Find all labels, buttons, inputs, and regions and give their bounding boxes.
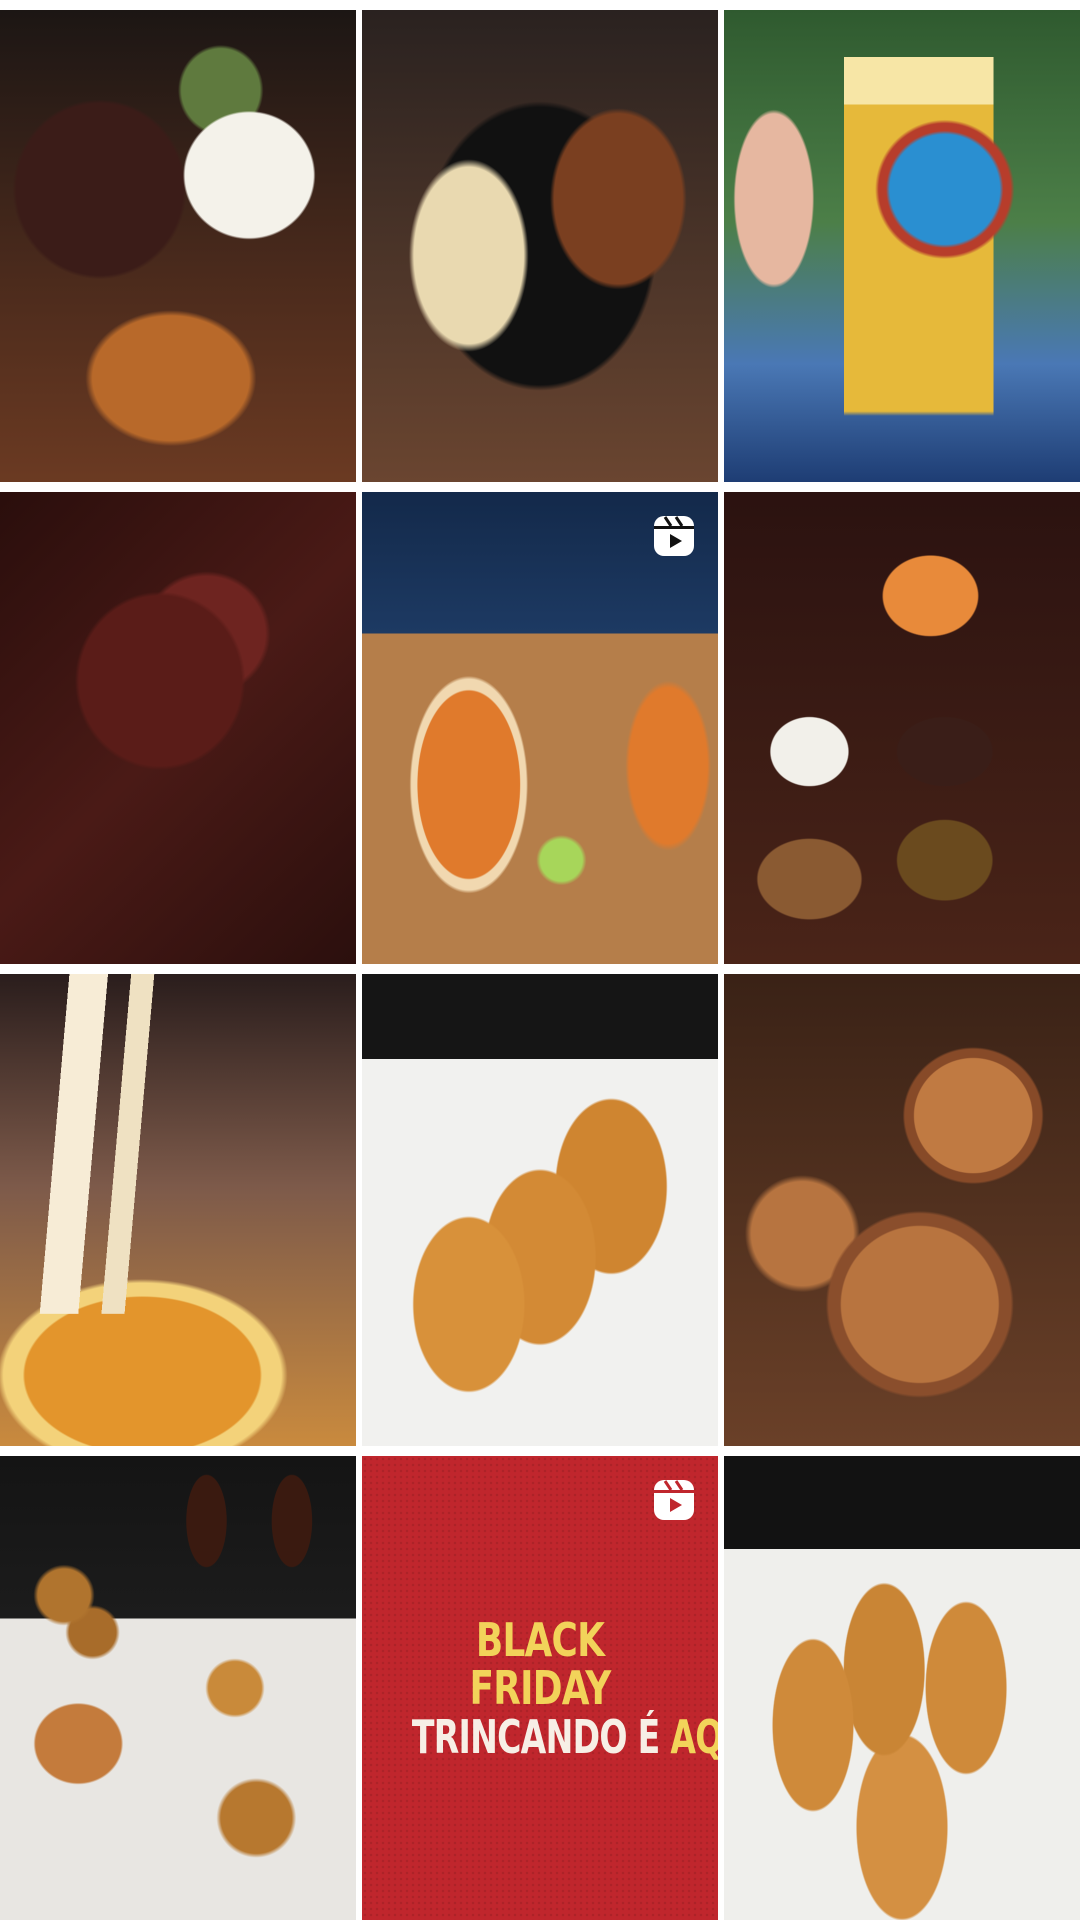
post-image (362, 10, 718, 482)
post-thumbnail-11[interactable]: BLACK FRIDAY TRINCANDO É AQUI! (362, 1456, 718, 1920)
post-image (0, 1456, 356, 1920)
post-thumbnail-6[interactable] (724, 492, 1080, 964)
post-thumbnail-5[interactable] (362, 492, 718, 964)
post-thumbnail-1[interactable] (0, 10, 356, 482)
post-image (362, 974, 718, 1446)
reels-icon (654, 516, 694, 556)
post-thumbnail-8[interactable] (362, 974, 718, 1446)
post-thumbnail-9[interactable] (724, 974, 1080, 1446)
promo-text: BLACK FRIDAY TRINCANDO É AQUI! (362, 1616, 718, 1761)
reels-icon (654, 1480, 694, 1520)
post-image (724, 1456, 1080, 1920)
post-image (724, 10, 1080, 482)
post-thumbnail-10[interactable] (0, 1456, 356, 1920)
promo-subtitle-part1: TRINCANDO É (411, 1709, 671, 1764)
post-thumbnail-12[interactable] (724, 1456, 1080, 1920)
post-image (0, 492, 356, 964)
profile-post-grid: BLACK FRIDAY TRINCANDO É AQUI! (0, 0, 1080, 1920)
post-image (724, 974, 1080, 1446)
promo-subtitle: TRINCANDO É AQUI! (411, 1709, 718, 1764)
post-thumbnail-4[interactable] (0, 492, 356, 964)
post-image (724, 492, 1080, 964)
post-thumbnail-7[interactable] (0, 974, 356, 1446)
post-image (0, 974, 356, 1446)
post-thumbnail-3[interactable] (724, 10, 1080, 482)
post-thumbnail-2[interactable] (362, 10, 718, 482)
post-image (362, 492, 718, 964)
promo-title: BLACK FRIDAY (469, 1613, 612, 1716)
post-image (0, 10, 356, 482)
promo-subtitle-part2: AQUI! (670, 1709, 718, 1764)
